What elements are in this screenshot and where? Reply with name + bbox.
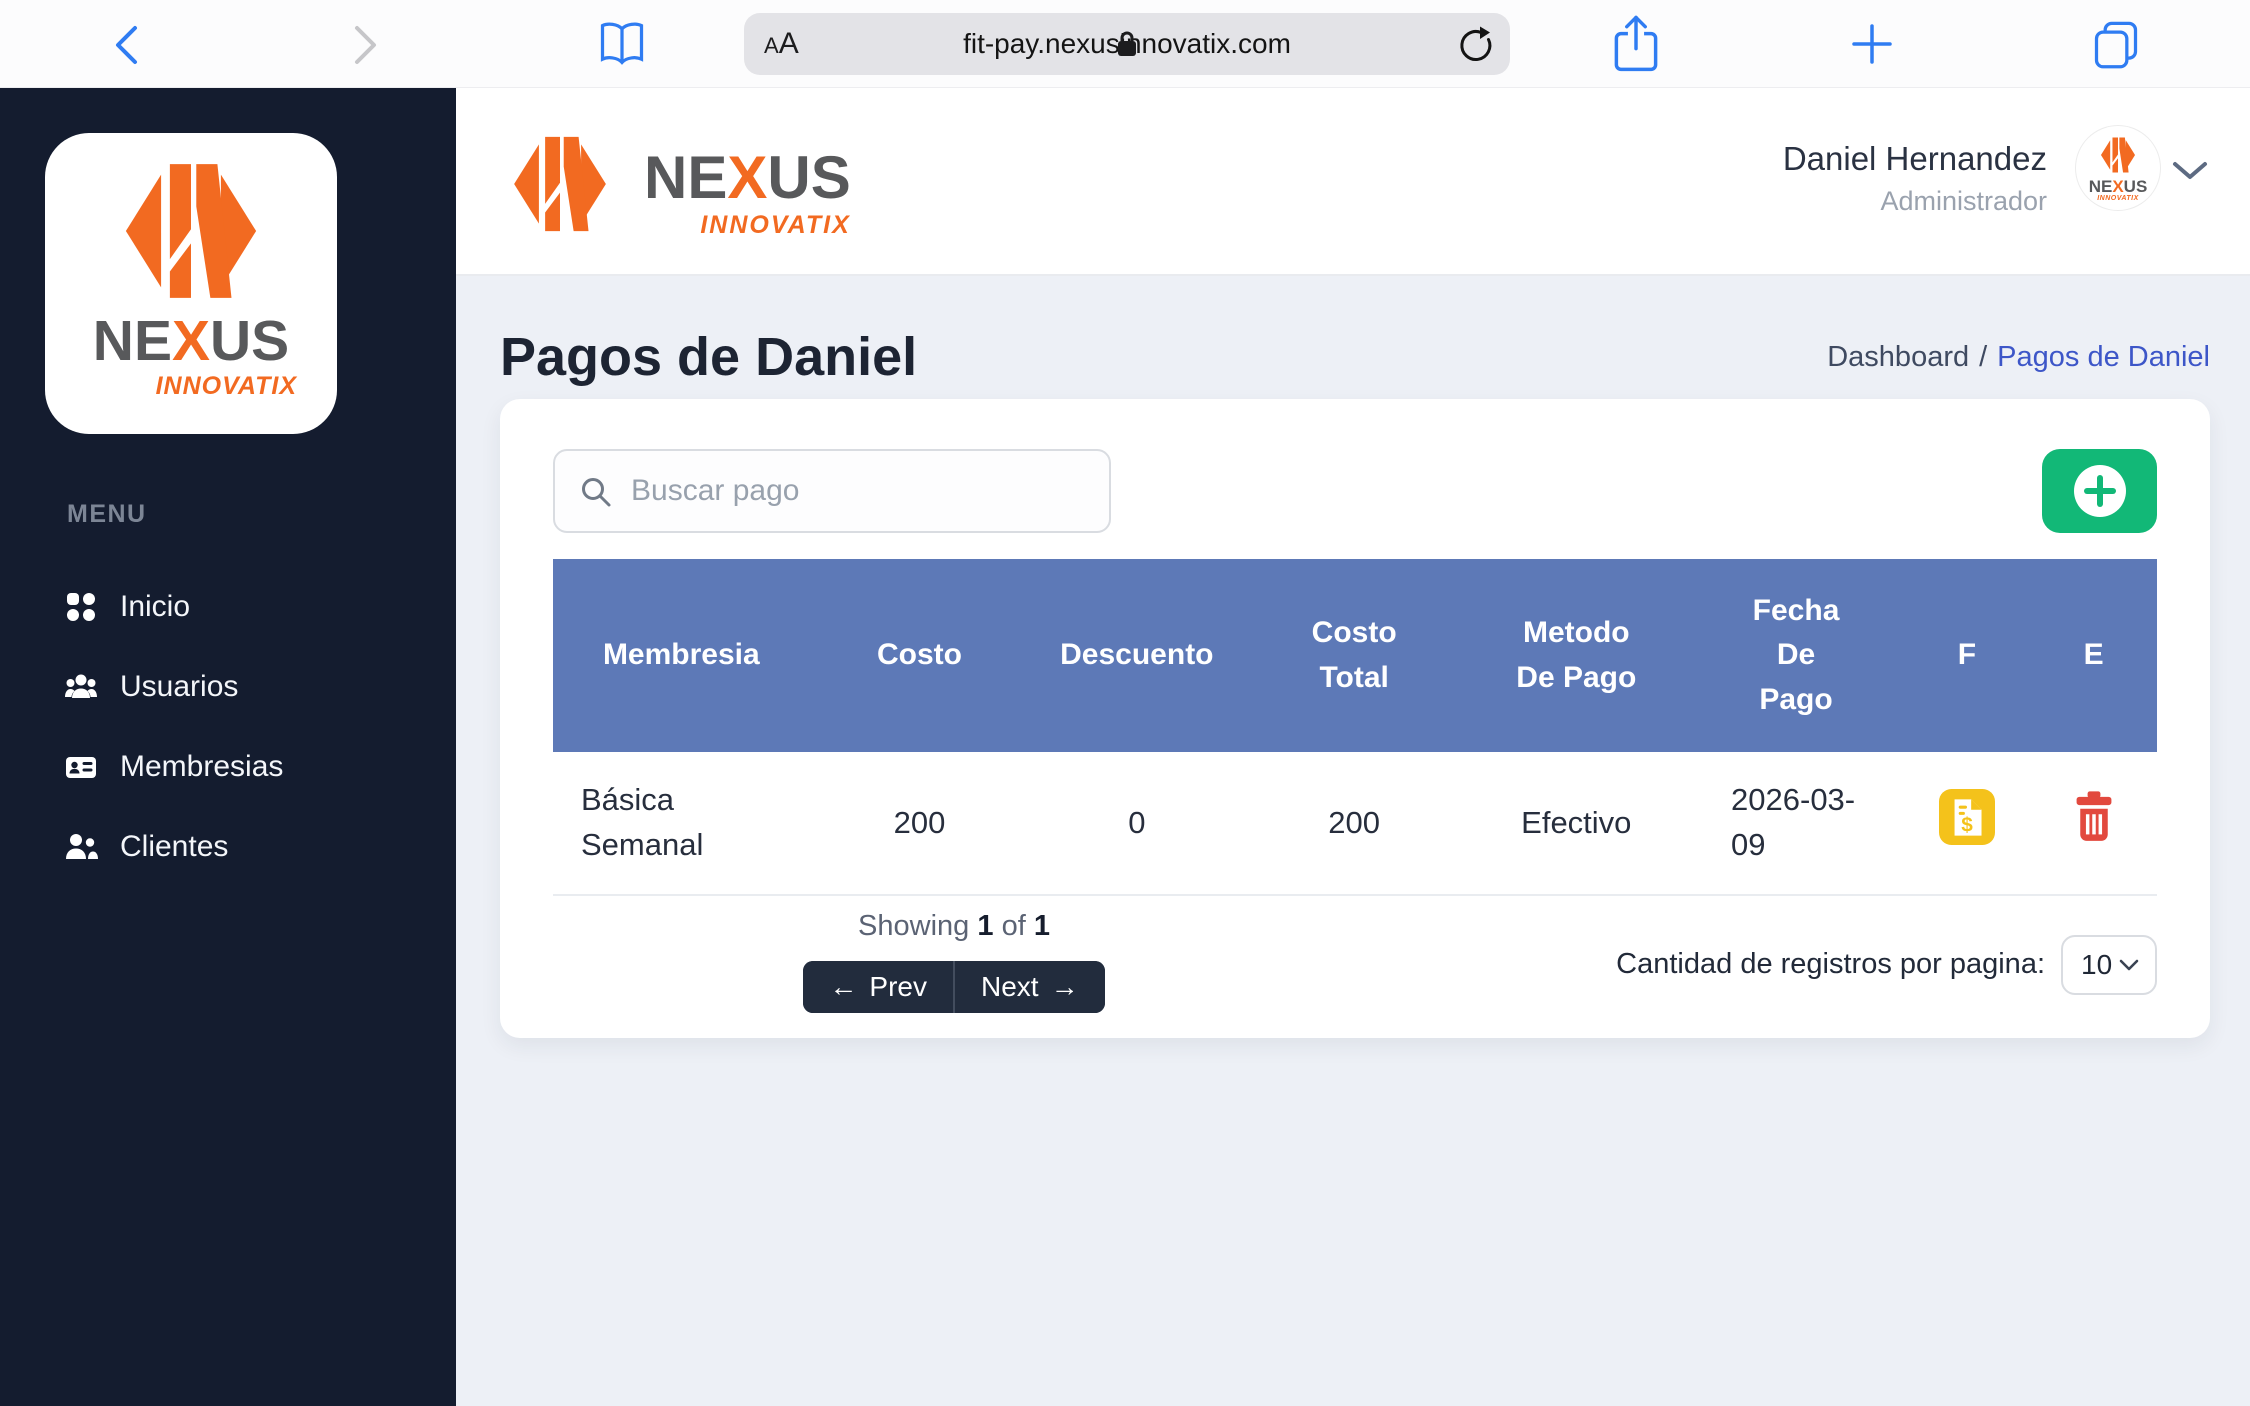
per-page-select[interactable]: 10 (2061, 935, 2157, 995)
header-logo: NEXUS INNOVATIX (498, 120, 851, 248)
showing-current: 1 (977, 910, 993, 942)
payments-table: Membresia Costo Descuento Costo Total Me… (553, 559, 2157, 896)
cell-costo-total: 200 (1244, 752, 1464, 895)
col-metodo-de-pago: Metodo De Pago (1464, 559, 1689, 752)
brand-subtitle: INNOVATIX (2076, 195, 2160, 202)
user-name: Daniel Hernandez (1783, 140, 2047, 178)
plus-circle-icon (2072, 463, 2128, 519)
arrow-left-icon: ← (829, 971, 857, 1003)
prev-button[interactable]: ← Prev (803, 961, 953, 1013)
add-payment-button[interactable] (2042, 449, 2157, 533)
trash-icon (2072, 790, 2116, 844)
cell-costo: 200 (810, 752, 1030, 895)
per-page-label: Cantidad de registros por pagina: (1616, 948, 2045, 981)
arrow-right-icon: → (1051, 971, 1079, 1003)
nexus-logo-icon (498, 120, 622, 248)
receipt-dollar-icon: $ (1939, 789, 1995, 845)
id-card-icon (64, 750, 98, 784)
table-header-row: Membresia Costo Descuento Costo Total Me… (553, 559, 2157, 752)
avatar[interactable]: NEXUS INNOVATIX (2076, 126, 2160, 210)
tabs-icon[interactable] (2090, 18, 2142, 70)
delete-button[interactable] (2072, 790, 2116, 844)
user-role: Administrador (1783, 186, 2047, 217)
showing-summary: Showing 1 of 1 (858, 910, 1050, 943)
reload-icon[interactable] (1456, 26, 1494, 64)
users-group-icon (64, 670, 98, 704)
brand-subtitle: INNOVATIX (644, 211, 851, 240)
col-costo-total: Costo Total (1244, 559, 1464, 752)
col-fecha-de-pago: Fecha De Pago (1689, 559, 1904, 752)
chevron-down-icon[interactable] (2172, 161, 2208, 181)
table-row: Básica Semanal 200 0 200 Efectivo 2026-0… (553, 752, 2157, 895)
sidebar-logo: NEXUS INNOVATIX (45, 133, 337, 434)
cell-descuento: 0 (1029, 752, 1244, 895)
nexus-logo-icon (2089, 132, 2147, 178)
main-area: NEXUS INNOVATIX Daniel Hernandez Adminis… (456, 88, 2250, 1406)
card-toolbar (553, 449, 2157, 533)
sidebar-item-clientes[interactable]: Clientes (0, 807, 456, 887)
back-icon[interactable] (112, 24, 140, 66)
brand-wordmark: NEXUS (45, 313, 337, 370)
menu-section-label: MENU (67, 500, 147, 529)
screen: AA fit-pay.nexusinnovatix.com NEXUS INNO… (0, 0, 2250, 1406)
lock-icon (1116, 30, 1138, 58)
cell-fecha-de-pago: 2026-03-09 (1689, 752, 1904, 895)
col-costo: Costo (810, 559, 1030, 752)
chevron-down-icon (2119, 959, 2139, 971)
breadcrumb-dashboard-link[interactable]: Dashboard (1827, 341, 1969, 373)
sidebar-item-inicio[interactable]: Inicio (0, 567, 456, 647)
breadcrumb-separator: / (1979, 341, 1987, 373)
next-button[interactable]: Next → (955, 961, 1105, 1013)
col-descuento: Descuento (1029, 559, 1244, 752)
cell-metodo-de-pago: Efectivo (1464, 752, 1689, 895)
payments-card: Membresia Costo Descuento Costo Total Me… (500, 399, 2210, 1038)
showing-total: 1 (1034, 910, 1050, 942)
search-icon (579, 475, 613, 509)
breadcrumb: Dashboard / Pagos de Daniel (1827, 341, 2210, 374)
user-info: Daniel Hernandez Administrador (1783, 140, 2047, 217)
pager: ← Prev Next → (803, 961, 1104, 1013)
cell-eliminar (2030, 752, 2157, 895)
sidebar-menu: Inicio Usuarios Membresias Clientes (0, 567, 456, 887)
per-page-value: 10 (2081, 949, 2112, 981)
new-tab-icon[interactable] (1850, 22, 1894, 66)
sidebar-item-label: Membresias (120, 750, 283, 784)
cell-factura: $ (1904, 752, 2031, 895)
brand-subtitle: INNOVATIX (45, 372, 337, 401)
two-users-icon (64, 830, 98, 864)
grid-icon (64, 590, 98, 624)
page-title: Pagos de Daniel (500, 326, 917, 388)
col-eliminar: E (2030, 559, 2157, 752)
search-box (553, 449, 1111, 533)
search-input[interactable] (553, 449, 1111, 533)
cell-membresia: Básica Semanal (553, 752, 810, 895)
page-heading-row: Pagos de Daniel Dashboard / Pagos de Danie… (500, 326, 2210, 388)
col-factura: F (1904, 559, 2031, 752)
bookmarks-icon[interactable] (596, 18, 648, 70)
sidebar-item-label: Usuarios (120, 670, 238, 704)
url-bar[interactable]: AA fit-pay.nexusinnovatix.com (744, 13, 1510, 75)
forward-icon[interactable] (352, 24, 380, 66)
card-footer: Showing 1 of 1 ← Prev Next → (553, 910, 2157, 1013)
app-header: NEXUS INNOVATIX Daniel Hernandez Adminis… (456, 88, 2250, 276)
per-page-controls: Cantidad de registros por pagina: 10 (1355, 910, 2157, 1013)
brand-wordmark: NEXUS (2076, 178, 2160, 195)
sidebar-item-label: Inicio (120, 590, 190, 624)
col-membresia: Membresia (553, 559, 810, 752)
pagination-center: Showing 1 of 1 ← Prev Next → (553, 910, 1355, 1013)
breadcrumb-current[interactable]: Pagos de Daniel (1997, 341, 2210, 373)
sidebar-item-membresias[interactable]: Membresias (0, 727, 456, 807)
svg-text:$: $ (1961, 813, 1973, 836)
nexus-logo-icon (89, 143, 293, 319)
share-icon[interactable] (1610, 14, 1662, 74)
invoice-button[interactable]: $ (1939, 789, 1995, 845)
sidebar-item-label: Clientes (120, 830, 228, 864)
brand-wordmark: NEXUS (644, 148, 851, 208)
sidebar-item-usuarios[interactable]: Usuarios (0, 647, 456, 727)
browser-toolbar: AA fit-pay.nexusinnovatix.com (0, 0, 2250, 88)
sidebar: NEXUS INNOVATIX MENU Inicio Usuarios Mem… (0, 88, 456, 1406)
